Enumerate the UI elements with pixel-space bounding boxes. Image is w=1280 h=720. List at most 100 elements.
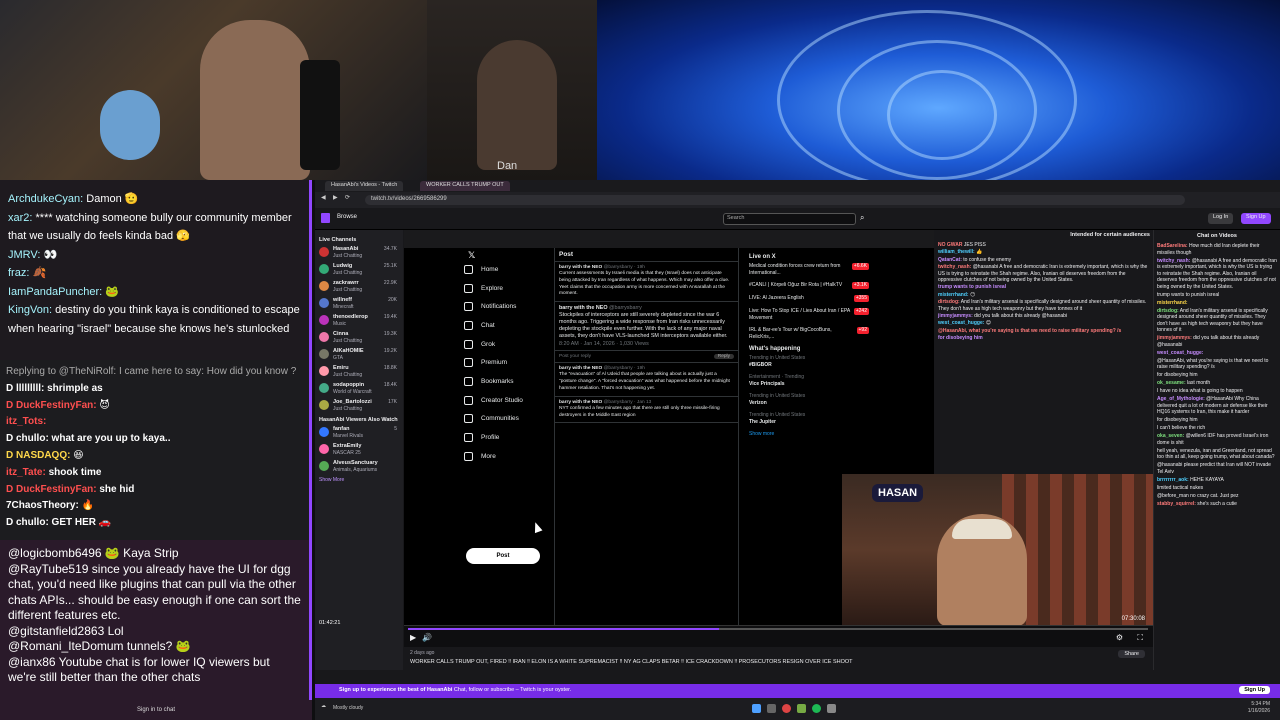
settings-icon[interactable]: ⚙ [1116, 633, 1123, 642]
app-taskbar-icon[interactable] [827, 704, 836, 713]
chat-username[interactable]: dirtsdog: [938, 299, 960, 305]
sidebar-channel[interactable]: Emiru Just Chatting 18.8K [319, 365, 399, 380]
chat-username[interactable]: D chullo: [6, 517, 49, 528]
tweet[interactable]: barry with the NEO @barrysbarry Stockpile… [555, 302, 738, 352]
tweet[interactable]: barry with the NEO @barrysbarry · 19h The… [555, 363, 738, 397]
chat-username[interactable]: twitchy_nash: [1157, 258, 1190, 264]
trend-item[interactable]: Trending in United States The Jupiter [749, 412, 869, 425]
progress-bar[interactable] [408, 628, 1148, 630]
tweet[interactable]: barry with the NEO @barrysbarry · Jan 13… [555, 397, 738, 424]
chat-username[interactable]: ok_sesame: [1157, 380, 1186, 386]
sidebar-channel[interactable]: sodapoppin World of Warcraft 18.4K [319, 382, 399, 397]
sidebar-channel[interactable]: ExtraEmily NASCAR 25 [319, 443, 399, 458]
search-input[interactable]: Search [723, 213, 856, 225]
live-item[interactable]: LIVE: Al Jazeera English +355 [749, 295, 869, 302]
sidebar-channel[interactable]: Ludwig Just Chatting 25.1K [319, 263, 399, 278]
chat-username[interactable]: 7ChaosTheory: [6, 500, 79, 511]
chat-username[interactable]: fraz: [8, 267, 29, 279]
chat-username[interactable]: NO GWAR [938, 242, 962, 248]
app-taskbar-icon[interactable] [797, 704, 806, 713]
tweet-author[interactable]: barry with the NEO [559, 305, 608, 311]
sign-up-button[interactable]: Sign Up [1241, 213, 1271, 224]
chat-username[interactable]: D DuckFestinyFan: [6, 484, 97, 495]
forward-icon[interactable]: ▶ [333, 194, 338, 201]
sidebar-channel[interactable]: AlKaHOMIE GTA 19.2K [319, 348, 399, 363]
search-taskbar-icon[interactable] [767, 704, 776, 713]
reply-button[interactable]: Reply [713, 354, 734, 360]
sidebar-channel[interactable]: willneff Minecraft 20K [319, 297, 399, 312]
reply-input[interactable]: Post your reply [559, 354, 591, 359]
chat-username[interactable]: itz_Tate: [6, 467, 46, 478]
chat-username[interactable]: KingVon: [8, 304, 52, 316]
weather-icon[interactable]: ☁ [321, 703, 326, 709]
fullscreen-icon[interactable]: ⛶ [1137, 633, 1143, 643]
sidebar-channel[interactable]: Cinna Just Chatting 19.3K [319, 331, 399, 346]
tweet-author[interactable]: barry with the NEO [559, 265, 602, 270]
sidebar-channel[interactable]: fanfan Marvel Rivals 5 [319, 426, 399, 441]
log-in-button[interactable]: Log In [1208, 213, 1234, 224]
chat-username[interactable]: ArchdukeCyan: [8, 193, 83, 205]
chat-username[interactable]: william_thewill: [938, 249, 975, 255]
chat-username[interactable]: stabby_squirrel: [1157, 501, 1196, 507]
sidebar-channel[interactable]: HasanAbi Just Chatting 34.7K [319, 246, 399, 261]
chat-username[interactable]: dirtsdog: [1157, 308, 1179, 314]
start-icon[interactable] [752, 704, 761, 713]
play-icon[interactable]: ▶ [410, 633, 416, 642]
chat-username[interactable]: QatanCat: [938, 257, 962, 263]
sidebar-channel[interactable]: AlveusSanctuary Animals, Aquariums [319, 460, 399, 475]
chat-username[interactable]: west_coast_hugge: [1157, 350, 1203, 356]
sign-in-chat-button[interactable]: Sign in to chat [0, 700, 312, 720]
search-icon[interactable]: ⌕ [860, 213, 864, 223]
show-more-link[interactable]: Show more [749, 431, 869, 437]
chat-username[interactable]: west_coast_hugge: [938, 320, 984, 326]
chat-username[interactable]: jimmyjammys: [938, 313, 973, 319]
chat-username[interactable]: for disobeying him [938, 335, 983, 341]
trend-item[interactable]: Trending in United States Verizon [749, 393, 869, 406]
tweet-author[interactable]: barry with the NEO [559, 400, 602, 405]
live-item[interactable]: Medical condition forces crew return fro… [749, 263, 869, 276]
browser-tab[interactable]: WORKER CALLS TRUMP OUT [420, 181, 510, 191]
share-button[interactable]: Share [1118, 650, 1145, 658]
sidebar-channel[interactable]: zackrawrr Just Chatting 22.9K [319, 280, 399, 295]
chat-username[interactable]: misterrhand: [1157, 300, 1188, 306]
chat-username[interactable]: D lllllllll: [6, 383, 44, 394]
live-item[interactable]: IRL & Bar-ee's Tour w/ BigCocoBuns, Reli… [749, 327, 869, 340]
tweet-author[interactable]: barry with the NEO [559, 366, 602, 371]
sidebar-channel[interactable]: thenoedlerop Music 19.4K [319, 314, 399, 329]
chat-username[interactable]: D DuckFestinyFan: [6, 400, 97, 411]
chat-username[interactable]: @HasanAbi, what you're saying is that we… [938, 328, 1121, 334]
back-icon[interactable]: ◀ [321, 194, 326, 201]
chat-username[interactable]: JMRV: [8, 249, 40, 261]
browser-taskbar-icon[interactable] [782, 704, 791, 713]
chat-username[interactable]: oka_seven: [1157, 433, 1184, 439]
chat-username[interactable]: twitchy_nash: [938, 264, 971, 270]
chat-username[interactable]: jimmyjammys: [1157, 335, 1192, 341]
volume-icon[interactable]: 🔊 [422, 633, 432, 642]
chat-username[interactable]: itz_Tots: [6, 416, 46, 427]
chat-username[interactable]: misterrhand: [938, 292, 969, 298]
chat-username[interactable]: xar2: [8, 212, 32, 224]
browser-tab[interactable]: HasanAbi's Videos - Twitch [325, 181, 404, 191]
live-item[interactable]: #CANLI | Körpeli Oğuz Bir Rota | #HalkTV… [749, 282, 869, 289]
chat-username[interactable]: D chullo: [6, 433, 49, 444]
show-more-link[interactable]: Show More [319, 477, 399, 483]
browse-link[interactable]: Browse [337, 214, 357, 220]
banner-sign-up-button[interactable]: Sign Up [1239, 686, 1270, 694]
spotify-taskbar-icon[interactable] [812, 704, 821, 713]
reload-icon[interactable]: ⟳ [345, 194, 350, 201]
trend-item[interactable]: Entertainment · Trending Vice Principals [749, 374, 869, 387]
trend-item[interactable]: Trending in United States #BIGBOR [749, 355, 869, 368]
sidebar-channel[interactable]: Joe_Bartolozzi Just Chatting 17K [319, 399, 399, 414]
tweet[interactable]: barry with the NEO @barrysbarry · 19h Cur… [555, 262, 738, 303]
chat-username[interactable]: trump wants to punish isreal [938, 284, 1006, 290]
chat-username[interactable]: BadSarelina: [1157, 243, 1188, 249]
chat-username[interactable]: Replying to @TheNiRolf: I came here to s… [6, 366, 296, 377]
x-post-button[interactable]: Post [466, 548, 540, 564]
chat-username[interactable]: IamPandaPuncher: [8, 286, 102, 298]
twitch-logo-icon[interactable] [321, 213, 330, 223]
chat-username[interactable]: Age_of_Mythologie: [1157, 396, 1205, 402]
url-field[interactable]: twitch.tv/videos/2669586299 [365, 195, 1185, 205]
chat-username[interactable]: D NASDAQQ: [6, 450, 70, 461]
chat-username[interactable]: brrrrrrrr_aok: [1157, 477, 1189, 483]
live-item[interactable]: Live: How To Stop ICE / Lies About Iran … [749, 308, 869, 321]
